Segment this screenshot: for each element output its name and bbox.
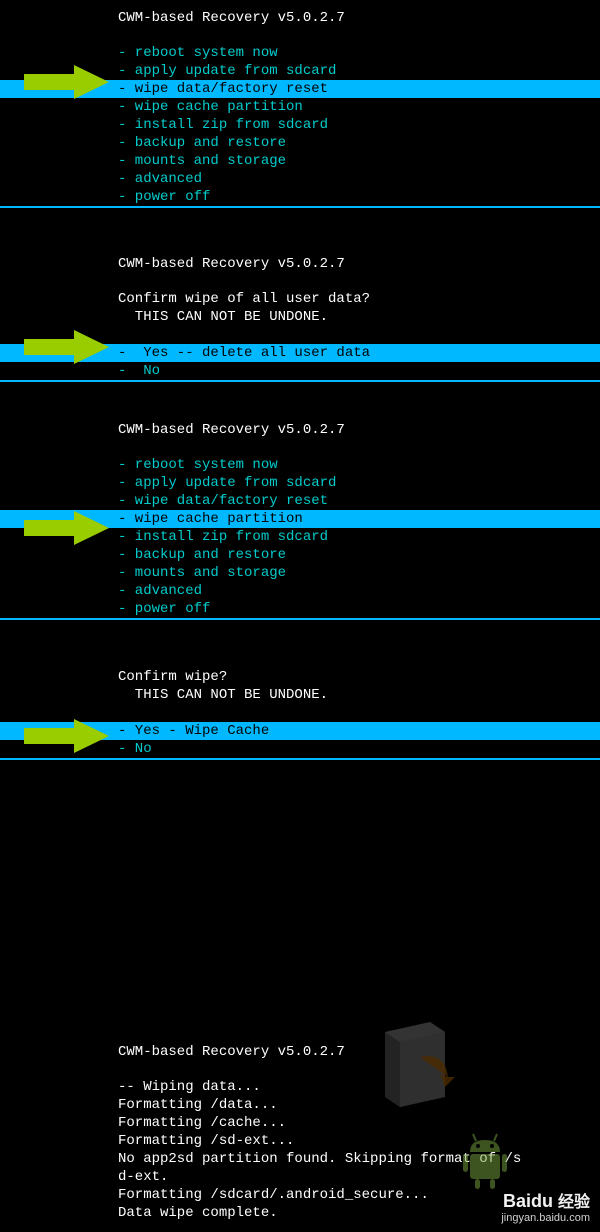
menu-item-backup[interactable]: - backup and restore xyxy=(118,546,600,564)
log-line: No app2sd partition found. Skipping form… xyxy=(118,1150,600,1168)
box-icon xyxy=(370,1002,460,1112)
confirm-no[interactable]: - No xyxy=(118,740,600,758)
menu-item-power-off[interactable]: - power off xyxy=(118,600,600,618)
confirm-question: Confirm wipe? xyxy=(118,668,600,686)
recovery-title: CWM-based Recovery v5.0.2.7 xyxy=(118,422,600,438)
menu-item-apply-update[interactable]: - apply update from sdcard xyxy=(118,62,600,80)
menu-item-mounts[interactable]: - mounts and storage xyxy=(118,564,600,582)
menu-item-wipe-cache[interactable]: - wipe cache partition xyxy=(118,98,600,116)
arrow-indicator-icon xyxy=(24,508,109,548)
menu-item-reboot[interactable]: - reboot system now xyxy=(118,456,600,474)
menu-item-apply-update[interactable]: - apply update from sdcard xyxy=(118,474,600,492)
menu-item-backup[interactable]: - backup and restore xyxy=(118,134,600,152)
recovery-title: CWM-based Recovery v5.0.2.7 xyxy=(118,1044,600,1060)
menu-item-advanced[interactable]: - advanced xyxy=(118,170,600,188)
log-line: Formatting /data... xyxy=(118,1096,600,1114)
log-line: Formatting /sd-ext... xyxy=(118,1132,600,1150)
watermark: Baidu 经验 jingyan.baidu.com xyxy=(501,1188,590,1224)
confirm-question: Confirm wipe of all user data? xyxy=(118,290,600,308)
watermark-url: jingyan.baidu.com xyxy=(501,1212,590,1224)
recovery-title: CWM-based Recovery v5.0.2.7 xyxy=(118,10,600,26)
confirm-warning: THIS CAN NOT BE UNDONE. xyxy=(118,686,600,704)
android-icon xyxy=(460,1132,510,1192)
confirm-no[interactable]: - No xyxy=(118,362,600,380)
recovery-title: CWM-based Recovery v5.0.2.7 xyxy=(118,256,600,272)
menu-item-reboot[interactable]: - reboot system now xyxy=(118,44,600,62)
menu-item-install-zip[interactable]: - install zip from sdcard xyxy=(118,528,600,546)
log-line: d-ext. xyxy=(118,1168,600,1186)
menu-item-advanced[interactable]: - advanced xyxy=(118,582,600,600)
menu-divider xyxy=(0,758,600,760)
menu-item-wipe-data[interactable]: - wipe data/factory reset xyxy=(118,492,600,510)
arrow-indicator-icon xyxy=(24,62,109,102)
menu-item-power-off[interactable]: - power off xyxy=(118,188,600,206)
menu-item-mounts[interactable]: - mounts and storage xyxy=(118,152,600,170)
arrow-indicator-icon xyxy=(24,327,109,367)
menu-item-install-zip[interactable]: - install zip from sdcard xyxy=(118,116,600,134)
log-line: Formatting /cache... xyxy=(118,1114,600,1132)
arrow-indicator-icon xyxy=(24,716,109,756)
confirm-warning: THIS CAN NOT BE UNDONE. xyxy=(118,308,600,326)
log-line: -- Wiping data... xyxy=(118,1078,600,1096)
